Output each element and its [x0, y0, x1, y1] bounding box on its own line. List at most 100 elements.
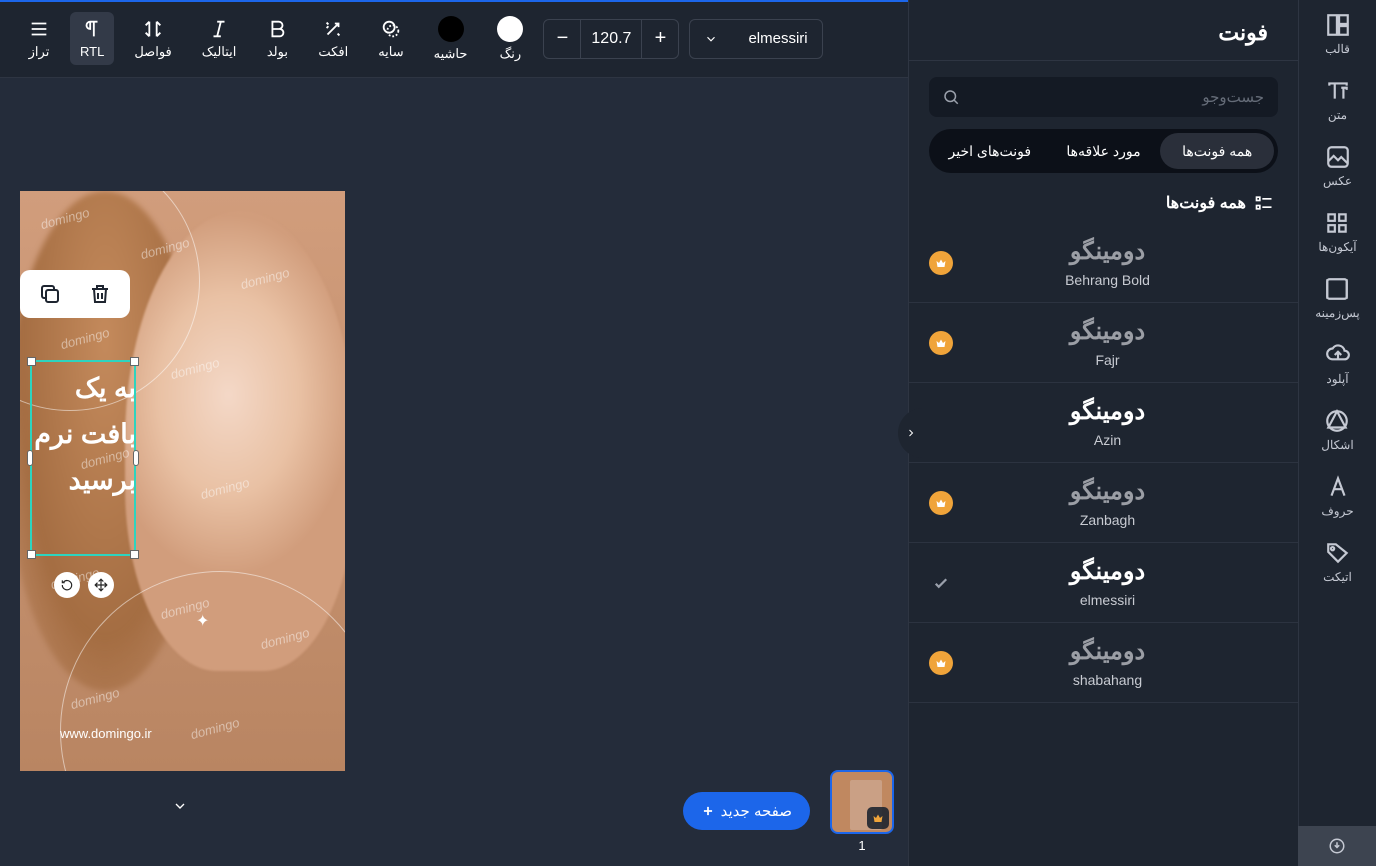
resize-handle-br[interactable] — [130, 550, 139, 559]
border-button[interactable]: حاشیه — [424, 10, 478, 68]
shadow-label: سایه — [378, 44, 403, 60]
font-size-value[interactable]: 120.7 — [580, 20, 642, 58]
tab-all-fonts[interactable]: همه فونت‌ها — [1160, 133, 1274, 169]
canvas-area[interactable]: domingo domingo domingo domingo domingo … — [0, 78, 908, 866]
font-item-shabahang[interactable]: دومینگو shabahang — [909, 623, 1298, 703]
upload-icon — [1325, 342, 1351, 368]
italic-button[interactable]: ایتالیک — [192, 12, 247, 66]
section-title: همه فونت‌ها — [909, 187, 1298, 223]
rtl-button[interactable]: RTL — [70, 12, 114, 65]
font-item-elmessiri[interactable]: دومینگو elmessiri — [909, 543, 1298, 623]
template-icon — [1325, 12, 1351, 38]
bold-button[interactable]: بولد — [256, 12, 298, 66]
chevron-down-icon — [704, 32, 718, 46]
font-list[interactable]: دومینگو Behrang Bold دومینگو Fajr دومینگ… — [909, 223, 1298, 866]
rtl-icon — [81, 18, 103, 40]
resize-handle-mr[interactable] — [133, 450, 139, 466]
nav-letters-label: حروف — [1321, 504, 1353, 518]
effect-button[interactable]: افکت — [308, 12, 358, 66]
nav-tag-label: اتیکت — [1323, 570, 1352, 584]
italic-label: ایتالیک — [202, 44, 237, 60]
search-input[interactable] — [973, 77, 1278, 117]
color-label: رنگ — [500, 46, 522, 62]
rotate-handle[interactable] — [54, 572, 80, 598]
image-icon — [1325, 144, 1351, 170]
page-thumbnail-wrap: 1 — [830, 770, 894, 853]
page-number: 1 — [858, 838, 865, 853]
nav-tag[interactable]: اتیکت — [1323, 540, 1352, 584]
font-preview: دومینگو — [945, 637, 1270, 666]
resize-handle-bl[interactable] — [27, 550, 36, 559]
trash-icon[interactable] — [88, 282, 112, 306]
rotate-icon — [60, 578, 74, 592]
align-button[interactable]: تراز — [18, 12, 60, 66]
search-button[interactable] — [929, 77, 973, 117]
move-icon — [94, 578, 108, 592]
letters-icon — [1325, 474, 1351, 500]
shadow-button[interactable]: سایه — [368, 12, 413, 66]
new-page-button[interactable]: صفحه جدید — [683, 792, 810, 830]
nav-template[interactable]: قالب — [1325, 12, 1351, 56]
font-tabs: همه فونت‌ها مورد علاقه‌ها فونت‌های اخیر — [929, 129, 1278, 173]
font-item-behrang[interactable]: دومینگو Behrang Bold — [909, 223, 1298, 303]
font-name-label: shabahang — [945, 672, 1270, 688]
align-icon — [28, 18, 50, 40]
spacing-icon — [142, 18, 164, 40]
bottom-bar: صفحه جدید 1 — [0, 756, 908, 866]
move-handle[interactable] — [88, 572, 114, 598]
new-page-label: صفحه جدید — [721, 802, 792, 820]
main-area: تراز RTL فواصل ایتالیک بولد افکت سایه ح — [0, 0, 908, 866]
font-name-label: Azin — [945, 432, 1270, 448]
tab-recent[interactable]: فونت‌های اخیر — [933, 133, 1047, 169]
background-icon — [1324, 276, 1350, 302]
nav-background-label: پس‌زمینه — [1315, 306, 1360, 320]
check-icon — [929, 571, 953, 595]
premium-badge — [929, 251, 953, 275]
icons-icon — [1324, 210, 1350, 236]
color-button[interactable]: رنگ — [487, 10, 533, 68]
nav-icons[interactable]: آیکون‌ها — [1318, 210, 1356, 254]
nav-text[interactable]: متن — [1325, 78, 1351, 122]
premium-badge — [929, 331, 953, 355]
search-row — [909, 61, 1298, 129]
font-preview: دومینگو — [945, 237, 1270, 266]
border-swatch — [438, 16, 464, 42]
font-name-label: Zanbagh — [945, 512, 1270, 528]
font-name-label: Behrang Bold — [945, 272, 1270, 288]
text-toolbar: تراز RTL فواصل ایتالیک بولد افکت سایه ح — [0, 0, 908, 78]
resize-handle-tr[interactable] — [130, 357, 139, 366]
selection-box[interactable] — [30, 360, 136, 556]
nav-edit-bottom[interactable] — [1298, 826, 1376, 866]
rtl-label: RTL — [80, 44, 104, 59]
nav-background[interactable]: پس‌زمینه — [1315, 276, 1360, 320]
font-item-fajr[interactable]: دومینگو Fajr — [909, 303, 1298, 383]
section-title-label: همه فونت‌ها — [1166, 193, 1246, 213]
font-item-zanbagh[interactable]: دومینگو Zanbagh — [909, 463, 1298, 543]
font-name-label: Fajr — [945, 352, 1270, 368]
effect-icon — [322, 18, 344, 40]
font-preview: دومینگو — [945, 397, 1270, 426]
font-preview: دومینگو — [945, 557, 1270, 586]
resize-handle-tl[interactable] — [27, 357, 36, 366]
font-item-azin[interactable]: دومینگو Azin — [909, 383, 1298, 463]
font-size-decrease[interactable]: − — [544, 20, 580, 58]
font-size-increase[interactable]: + — [642, 20, 678, 58]
nav-icons-label: آیکون‌ها — [1318, 240, 1356, 254]
nav-letters[interactable]: حروف — [1321, 474, 1353, 518]
search-icon — [942, 88, 960, 106]
font-selector[interactable]: elmessiri — [689, 19, 822, 59]
nav-text-label: متن — [1328, 108, 1347, 122]
nav-upload[interactable]: آپلود — [1325, 342, 1351, 386]
premium-badge — [929, 651, 953, 675]
panel-title: فونت — [909, 0, 1298, 61]
page-thumbnail[interactable] — [830, 770, 894, 834]
premium-badge — [867, 807, 889, 829]
effect-label: افکت — [318, 44, 348, 60]
font-preview: دومینگو — [945, 477, 1270, 506]
nav-shapes[interactable]: اشکال — [1321, 408, 1353, 452]
resize-handle-ml[interactable] — [27, 450, 33, 466]
copy-icon[interactable] — [38, 282, 62, 306]
nav-image[interactable]: عکس — [1323, 144, 1352, 188]
spacing-button[interactable]: فواصل — [124, 12, 181, 66]
tab-favorites[interactable]: مورد علاقه‌ها — [1047, 133, 1161, 169]
